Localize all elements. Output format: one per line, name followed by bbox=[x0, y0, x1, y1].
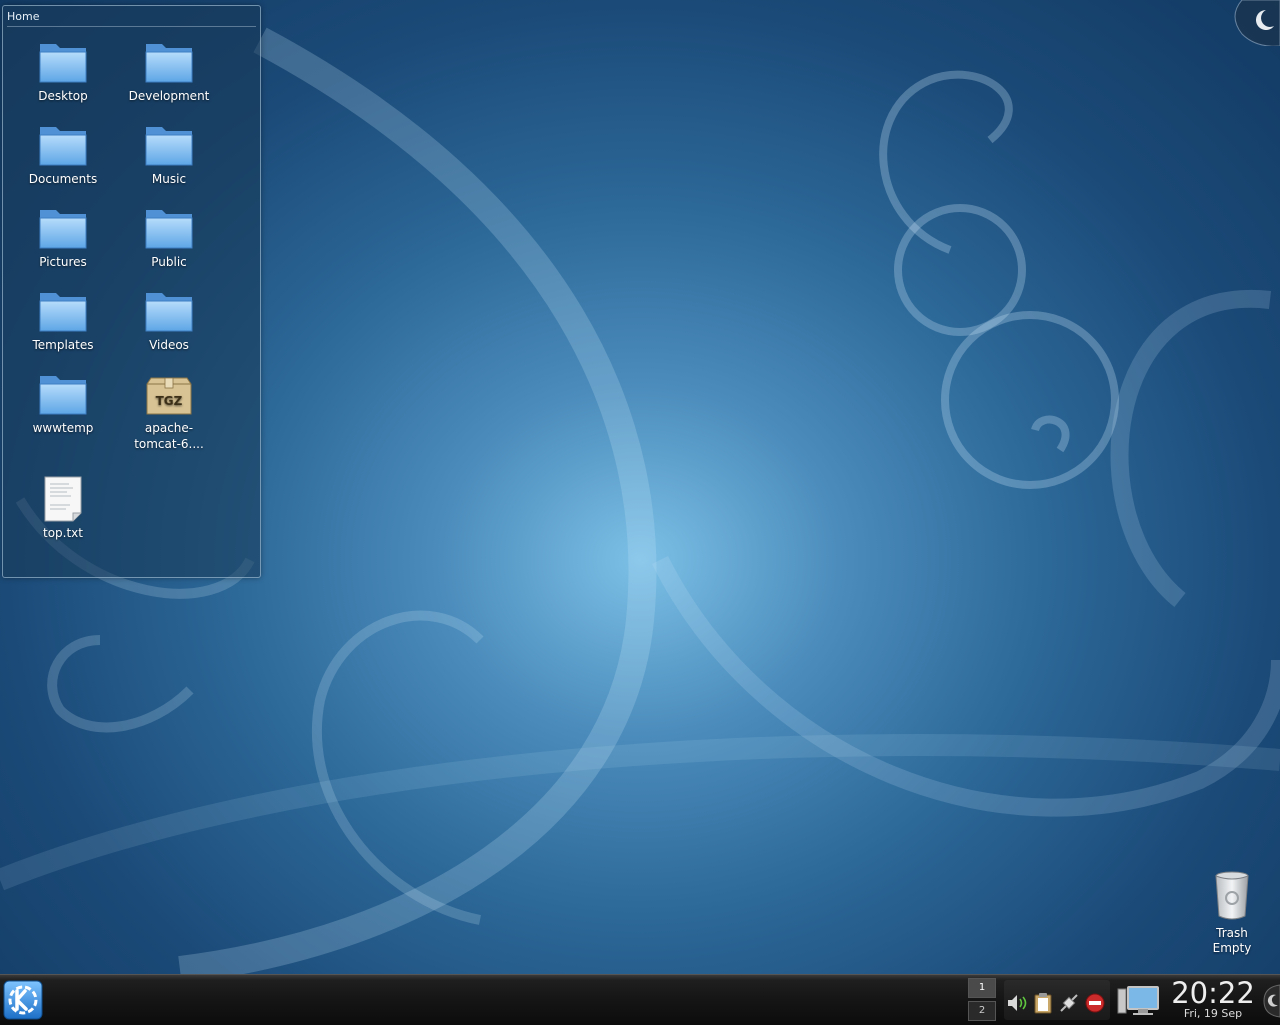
trash-label: Trash bbox=[1216, 926, 1248, 940]
tgz-archive-icon: TGZ bbox=[146, 377, 192, 415]
item-label: Videos bbox=[149, 338, 189, 352]
item-label: Desktop bbox=[38, 89, 88, 103]
folder-music[interactable]: Music bbox=[116, 121, 222, 187]
desktop[interactable]: Home Desktop Development Documents Music… bbox=[0, 0, 1280, 974]
pager-desktop-1[interactable]: 1 bbox=[968, 978, 996, 998]
folder-public[interactable]: Public bbox=[116, 204, 222, 270]
bottom-panel: 1 2 20:22 Fri, 19 Sep bbox=[0, 974, 1280, 1025]
folder-icon bbox=[39, 210, 87, 249]
volume-icon[interactable] bbox=[1006, 992, 1028, 1014]
file-top-txt[interactable]: top.txt bbox=[10, 475, 116, 541]
folder-icon bbox=[145, 44, 193, 83]
item-label-line2: tomcat-6.... bbox=[134, 437, 204, 451]
clock-time[interactable]: 20:22 bbox=[1166, 975, 1260, 1011]
text-file-icon bbox=[44, 476, 82, 522]
item-label: wwwtemp bbox=[32, 421, 94, 435]
folder-wwwtemp[interactable]: wwwtemp bbox=[10, 370, 116, 436]
folder-icon bbox=[39, 293, 87, 332]
folder-view-widget[interactable]: Home Desktop Development Documents Music… bbox=[2, 5, 261, 578]
desktop-toolbox-icon[interactable] bbox=[1228, 0, 1280, 46]
trash-icon bbox=[1215, 871, 1249, 920]
tgz-badge: TGZ bbox=[156, 394, 183, 408]
system-tray bbox=[1004, 980, 1110, 1020]
clock-date[interactable]: Fri, 19 Sep bbox=[1166, 1007, 1260, 1020]
folder-pictures[interactable]: Pictures bbox=[10, 204, 116, 270]
folder-desktop[interactable]: Desktop bbox=[10, 38, 116, 104]
network-plug-icon[interactable] bbox=[1058, 992, 1080, 1014]
pager-desktop-2[interactable]: 2 bbox=[968, 1001, 996, 1021]
folder-icon bbox=[39, 376, 87, 415]
update-notifier-icon[interactable] bbox=[1084, 992, 1106, 1014]
panel-toolbox-icon[interactable] bbox=[1262, 983, 1280, 1019]
desktop-pager[interactable]: 1 2 bbox=[968, 978, 996, 1022]
item-label: Pictures bbox=[39, 255, 87, 269]
folder-templates[interactable]: Templates bbox=[10, 287, 116, 353]
folder-icon bbox=[145, 210, 193, 249]
folder-documents[interactable]: Documents bbox=[10, 121, 116, 187]
folder-icon bbox=[145, 127, 193, 166]
file-apache-tomcat-archive[interactable]: TGZ apache- tomcat-6.... bbox=[116, 370, 222, 452]
item-label-line1: apache- bbox=[144, 421, 194, 435]
folder-view-title-divider bbox=[7, 26, 256, 27]
folder-icon bbox=[145, 293, 193, 332]
item-label: Documents bbox=[28, 172, 98, 186]
trash-status: Empty bbox=[1212, 941, 1252, 955]
folder-videos[interactable]: Videos bbox=[116, 287, 222, 353]
folder-view-title: Home bbox=[7, 10, 40, 23]
item-label: Templates bbox=[32, 338, 94, 352]
item-label: Public bbox=[151, 255, 187, 269]
item-label: Development bbox=[128, 89, 210, 103]
kde-logo-icon[interactable] bbox=[3, 980, 43, 1020]
trash-widget[interactable]: Trash Empty bbox=[1198, 870, 1266, 956]
item-label: Music bbox=[151, 172, 187, 186]
folder-icon bbox=[39, 44, 87, 83]
clipboard-icon[interactable] bbox=[1032, 992, 1054, 1014]
folder-icon bbox=[39, 127, 87, 166]
item-label: top.txt bbox=[43, 526, 83, 540]
show-desktop-icon[interactable] bbox=[1116, 985, 1162, 1017]
folder-development[interactable]: Development bbox=[116, 38, 222, 104]
